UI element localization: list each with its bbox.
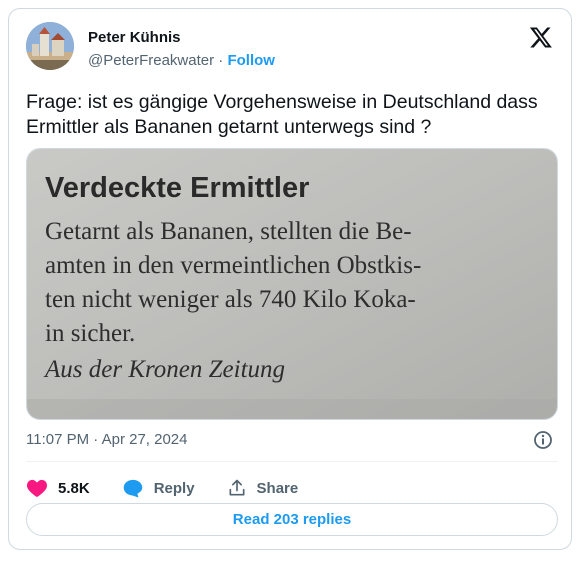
tweet-card: Peter Kühnis @PeterFreakwater · Follow F… bbox=[8, 8, 572, 550]
share-button[interactable]: Share bbox=[227, 478, 299, 498]
read-replies-button[interactable]: Read 203 replies bbox=[26, 503, 558, 536]
clipping-source: Aus der Kronen Zeitung bbox=[43, 356, 285, 383]
clipping-line-1: Getarnt als Bananen, stellten die Be- bbox=[45, 218, 412, 245]
divider bbox=[26, 461, 558, 462]
share-icon bbox=[229, 479, 245, 496]
action-bar: 5.8K Reply Share bbox=[26, 473, 330, 503]
newspaper-clipping: Verdeckte Ermittler Getarnt als Bananen,… bbox=[27, 149, 557, 419]
tweet-timestamp[interactable]: 11:07 PM · Apr 27, 2024 bbox=[26, 431, 188, 448]
share-label: Share bbox=[256, 479, 299, 497]
author-handle[interactable]: @PeterFreakwater bbox=[88, 52, 214, 69]
tweet-text: Frage: ist es gängige Vorgehensweise in … bbox=[26, 91, 538, 138]
author-name[interactable]: Peter Kühnis bbox=[88, 29, 181, 46]
clipping-line-4: in sicher. bbox=[45, 320, 135, 347]
info-icon[interactable] bbox=[533, 430, 553, 450]
separator-dot: · bbox=[218, 52, 224, 69]
avatar-image bbox=[26, 22, 74, 70]
heart-icon bbox=[26, 479, 48, 498]
like-count: 5.8K bbox=[58, 479, 90, 497]
author-handle-row: @PeterFreakwater · Follow bbox=[88, 52, 275, 69]
tweet-media-image[interactable]: Verdeckte Ermittler Getarnt als Bananen,… bbox=[26, 148, 558, 420]
follow-button[interactable]: Follow bbox=[227, 52, 275, 69]
clipping-line-3: ten nicht weniger als 740 Kilo Koka- bbox=[45, 286, 416, 313]
x-logo-icon[interactable] bbox=[529, 25, 553, 49]
reply-button[interactable]: Reply bbox=[122, 478, 195, 498]
reply-bubble-icon bbox=[123, 479, 142, 498]
clipping-line-2: amten in den vermeintlichen Obstkis- bbox=[45, 252, 421, 279]
clipping-headline: Verdeckte Ermittler bbox=[45, 172, 309, 204]
reply-label: Reply bbox=[153, 479, 195, 497]
like-button[interactable]: 5.8K bbox=[26, 478, 90, 498]
avatar[interactable] bbox=[26, 22, 74, 70]
